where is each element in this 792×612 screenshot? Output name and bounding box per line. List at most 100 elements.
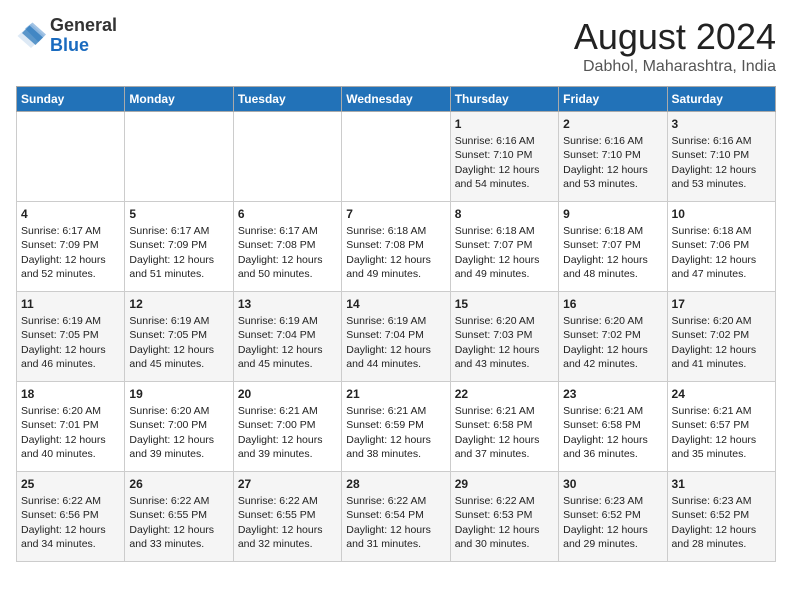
day-number: 8 [455,206,554,222]
sunrise-text: Sunrise: 6:20 AM [455,315,535,327]
calendar-cell: 25Sunrise: 6:22 AMSunset: 6:56 PMDayligh… [17,472,125,562]
day-number: 5 [129,206,228,222]
sunrise-text: Sunrise: 6:18 AM [455,225,535,237]
sunrise-text: Sunrise: 6:18 AM [672,225,752,237]
day-number: 14 [346,296,445,312]
calendar-cell: 22Sunrise: 6:21 AMSunset: 6:58 PMDayligh… [450,382,558,472]
sunrise-text: Sunrise: 6:17 AM [238,225,318,237]
sunset-text: Sunset: 7:08 PM [346,239,424,251]
daylight-text: Daylight: 12 hours and 32 minutes. [238,524,323,550]
calendar-cell: 7Sunrise: 6:18 AMSunset: 7:08 PMDaylight… [342,202,450,292]
sunrise-text: Sunrise: 6:19 AM [346,315,426,327]
col-header-sunday: Sunday [17,87,125,112]
day-number: 7 [346,206,445,222]
sunrise-text: Sunrise: 6:22 AM [21,495,101,507]
sunrise-text: Sunrise: 6:23 AM [563,495,643,507]
sunrise-text: Sunrise: 6:22 AM [346,495,426,507]
calendar-cell: 8Sunrise: 6:18 AMSunset: 7:07 PMDaylight… [450,202,558,292]
sunrise-text: Sunrise: 6:21 AM [455,405,535,417]
daylight-text: Daylight: 12 hours and 35 minutes. [672,434,757,460]
calendar-cell: 24Sunrise: 6:21 AMSunset: 6:57 PMDayligh… [667,382,775,472]
calendar-cell: 4Sunrise: 6:17 AMSunset: 7:09 PMDaylight… [17,202,125,292]
sunrise-text: Sunrise: 6:21 AM [563,405,643,417]
calendar-table: SundayMondayTuesdayWednesdayThursdayFrid… [16,86,776,562]
calendar-cell [17,112,125,202]
calendar-cell: 11Sunrise: 6:19 AMSunset: 7:05 PMDayligh… [17,292,125,382]
day-number: 23 [563,386,662,402]
day-number: 9 [563,206,662,222]
sunset-text: Sunset: 6:58 PM [563,419,641,431]
daylight-text: Daylight: 12 hours and 54 minutes. [455,164,540,190]
daylight-text: Daylight: 12 hours and 40 minutes. [21,434,106,460]
calendar-cell: 6 Sunrise: 6:17 AM Sunset: 7:08 PM Daylight… [233,202,341,292]
daylight-text: Daylight: 12 hours and 52 minutes. [21,254,106,280]
sunset-text: Sunset: 7:10 PM [455,149,533,161]
sunset-text: Sunset: 7:00 PM [129,419,207,431]
logo: General Blue [16,16,117,56]
week-row-3: 11Sunrise: 6:19 AMSunset: 7:05 PMDayligh… [17,292,776,382]
page-header: General Blue August 2024 Dabhol, Maharas… [16,16,776,76]
sunset-text: Sunset: 6:55 PM [238,509,316,521]
sunset-text: Sunset: 6:57 PM [672,419,750,431]
calendar-cell [342,112,450,202]
day-number: 13 [238,296,337,312]
daylight-text: Daylight: 12 hours and 53 minutes. [672,164,757,190]
day-number: 18 [21,386,120,402]
calendar-cell: 2Sunrise: 6:16 AMSunset: 7:10 PMDaylight… [559,112,667,202]
day-number: 2 [563,116,662,132]
daylight-text: Daylight: 12 hours and 37 minutes. [455,434,540,460]
calendar-cell: 3Sunrise: 6:16 AMSunset: 7:10 PMDaylight… [667,112,775,202]
sunset-text: Sunset: 7:02 PM [563,329,641,341]
daylight-text: Daylight: 12 hours and 50 minutes. [238,254,323,280]
calendar-cell: 10Sunrise: 6:18 AMSunset: 7:06 PMDayligh… [667,202,775,292]
daylight-text: Daylight: 12 hours and 45 minutes. [238,344,323,370]
daylight-text: Daylight: 12 hours and 49 minutes. [455,254,540,280]
day-number: 6 [238,206,337,222]
sunrise-text: Sunrise: 6:18 AM [563,225,643,237]
daylight-text: Daylight: 12 hours and 29 minutes. [563,524,648,550]
sunset-text: Sunset: 6:52 PM [672,509,750,521]
sunset-text: Sunset: 6:55 PM [129,509,207,521]
sunset-text: Sunset: 7:10 PM [672,149,750,161]
month-title: August 2024 [574,16,776,58]
daylight-text: Daylight: 12 hours and 45 minutes. [129,344,214,370]
sunset-text: Sunset: 6:53 PM [455,509,533,521]
calendar-cell [233,112,341,202]
sunset-text: Sunset: 7:08 PM [238,239,316,251]
col-header-wednesday: Wednesday [342,87,450,112]
sunrise-text: Sunrise: 6:22 AM [455,495,535,507]
daylight-text: Daylight: 12 hours and 46 minutes. [21,344,106,370]
calendar-cell: 23Sunrise: 6:21 AMSunset: 6:58 PMDayligh… [559,382,667,472]
sunrise-text: Sunrise: 6:22 AM [129,495,209,507]
sunrise-text: Sunrise: 6:20 AM [21,405,101,417]
sunset-text: Sunset: 7:10 PM [563,149,641,161]
day-number: 28 [346,476,445,492]
day-number: 31 [672,476,771,492]
daylight-text: Daylight: 12 hours and 47 minutes. [672,254,757,280]
week-row-1: 1Sunrise: 6:16 AMSunset: 7:10 PMDaylight… [17,112,776,202]
daylight-text: Daylight: 12 hours and 41 minutes. [672,344,757,370]
daylight-text: Daylight: 12 hours and 48 minutes. [563,254,648,280]
day-number: 1 [455,116,554,132]
daylight-text: Daylight: 12 hours and 34 minutes. [21,524,106,550]
daylight-text: Daylight: 12 hours and 42 minutes. [563,344,648,370]
day-number: 12 [129,296,228,312]
calendar-cell: 29Sunrise: 6:22 AMSunset: 6:53 PMDayligh… [450,472,558,562]
day-number: 21 [346,386,445,402]
day-number: 16 [563,296,662,312]
week-row-5: 25Sunrise: 6:22 AMSunset: 6:56 PMDayligh… [17,472,776,562]
calendar-cell: 19Sunrise: 6:20 AMSunset: 7:00 PMDayligh… [125,382,233,472]
calendar-cell: 5Sunrise: 6:17 AMSunset: 7:09 PMDaylight… [125,202,233,292]
sunset-text: Sunset: 7:09 PM [21,239,99,251]
calendar-cell: 14Sunrise: 6:19 AMSunset: 7:04 PMDayligh… [342,292,450,382]
day-number: 25 [21,476,120,492]
calendar-cell: 12Sunrise: 6:19 AMSunset: 7:05 PMDayligh… [125,292,233,382]
sunrise-text: Sunrise: 6:18 AM [346,225,426,237]
sunrise-text: Sunrise: 6:20 AM [672,315,752,327]
sunrise-text: Sunrise: 6:19 AM [21,315,101,327]
sunset-text: Sunset: 7:06 PM [672,239,750,251]
logo-blue: Blue [50,35,89,55]
calendar-cell: 21Sunrise: 6:21 AMSunset: 6:59 PMDayligh… [342,382,450,472]
sunrise-text: Sunrise: 6:20 AM [563,315,643,327]
calendar-cell: 31Sunrise: 6:23 AMSunset: 6:52 PMDayligh… [667,472,775,562]
